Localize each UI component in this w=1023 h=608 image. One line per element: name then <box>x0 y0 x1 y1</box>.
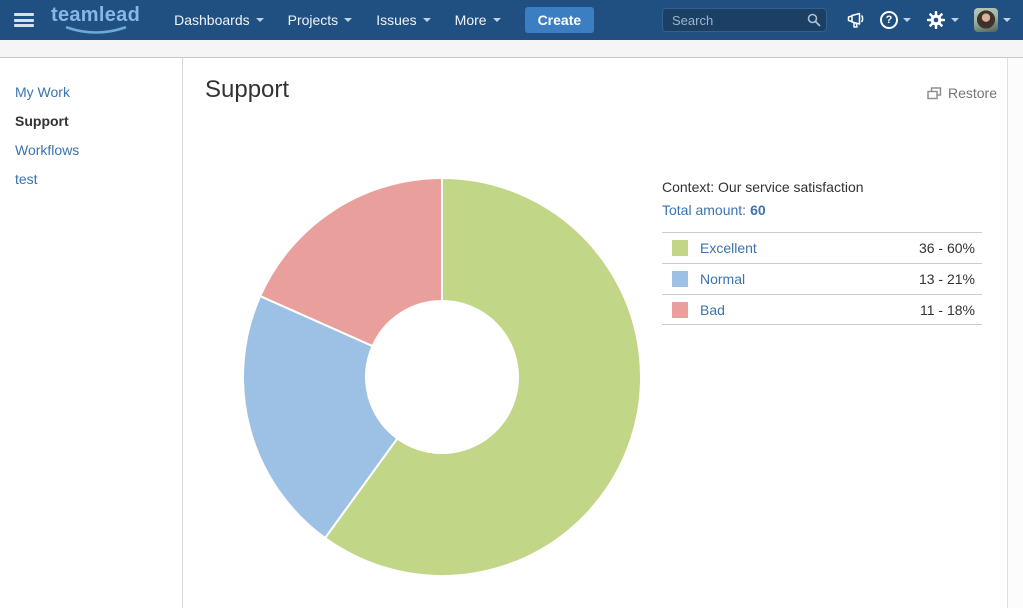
chart-total-value: 60 <box>750 202 766 218</box>
sidebar-item-test[interactable]: test <box>0 165 182 194</box>
chevron-down-icon <box>903 18 911 22</box>
subheader-strip <box>0 40 1023 58</box>
help-menu[interactable]: ? <box>880 11 911 29</box>
sidebar-item-my-work[interactable]: My Work <box>0 78 182 107</box>
chevron-down-icon <box>344 18 352 22</box>
legend-swatch-normal <box>672 271 688 287</box>
logo-swoosh-icon <box>64 26 128 35</box>
help-glyph: ? <box>886 15 893 26</box>
legend-label-bad[interactable]: Bad <box>700 302 725 318</box>
scrollbar-track[interactable] <box>1007 58 1023 608</box>
content-area: My Work Support Workflows test Support R… <box>0 58 1023 608</box>
hamburger-menu-icon[interactable] <box>14 13 34 27</box>
legend-label-normal[interactable]: Normal <box>700 271 745 287</box>
nav-item-label: Dashboards <box>174 12 250 28</box>
profile-menu[interactable] <box>974 8 1011 32</box>
nav-item-label: Issues <box>376 12 416 28</box>
legend-row-bad: Bad 11 - 18% <box>662 294 982 325</box>
donut-chart <box>242 177 642 577</box>
chevron-down-icon <box>423 18 431 22</box>
gear-icon <box>926 10 946 30</box>
legend-value-excellent: 36 - 60% <box>919 240 975 256</box>
sidebar-item-support[interactable]: Support <box>0 107 182 136</box>
user-avatar <box>974 8 998 32</box>
top-navbar: teamlead Dashboards Projects Issues More <box>0 0 1023 40</box>
primary-nav: Dashboards Projects Issues More <box>162 6 512 34</box>
settings-menu[interactable] <box>926 10 959 30</box>
megaphone-icon[interactable] <box>845 12 865 29</box>
search-input[interactable] <box>662 8 827 32</box>
dashboard-main: Support Restore Context: Our service sat… <box>183 58 1006 608</box>
nav-item-issues[interactable]: Issues <box>364 6 442 34</box>
chart-context: Context: Our service satisfaction <box>662 179 982 196</box>
chevron-down-icon <box>1003 18 1011 22</box>
nav-item-projects[interactable]: Projects <box>276 6 365 34</box>
restore-button[interactable]: Restore <box>927 85 997 101</box>
nav-item-dashboards[interactable]: Dashboards <box>162 6 276 34</box>
legend-row-excellent: Excellent 36 - 60% <box>662 232 982 263</box>
restore-icon <box>927 87 942 100</box>
help-icon: ? <box>880 11 898 29</box>
search-icon[interactable] <box>807 13 821 27</box>
legend-label-excellent[interactable]: Excellent <box>700 240 757 256</box>
sidebar-item-workflows[interactable]: Workflows <box>0 136 182 165</box>
legend-value-normal: 13 - 21% <box>919 271 975 287</box>
legend-swatch-bad <box>672 302 688 318</box>
chevron-down-icon <box>256 18 264 22</box>
nav-item-label: More <box>455 12 487 28</box>
page-title: Support <box>205 76 289 104</box>
chevron-down-icon <box>493 18 501 22</box>
logo[interactable]: teamlead <box>51 5 140 35</box>
chevron-down-icon <box>951 18 959 22</box>
search <box>662 8 827 32</box>
legend-swatch-excellent <box>672 240 688 256</box>
legend-value-bad: 11 - 18% <box>920 302 975 318</box>
restore-label: Restore <box>948 85 997 101</box>
legend-row-normal: Normal 13 - 21% <box>662 263 982 294</box>
sidebar: My Work Support Workflows test <box>0 58 183 608</box>
create-button[interactable]: Create <box>525 7 595 33</box>
nav-item-label: Projects <box>288 12 339 28</box>
navbar-icons: ? <box>845 8 1011 32</box>
chart-total: Total amount:60 <box>662 202 982 219</box>
chart-legend: Context: Our service satisfaction Total … <box>662 179 982 325</box>
chart-total-label: Total amount: <box>662 202 746 218</box>
logo-text: teamlead <box>51 5 140 25</box>
nav-item-more[interactable]: More <box>443 6 513 34</box>
